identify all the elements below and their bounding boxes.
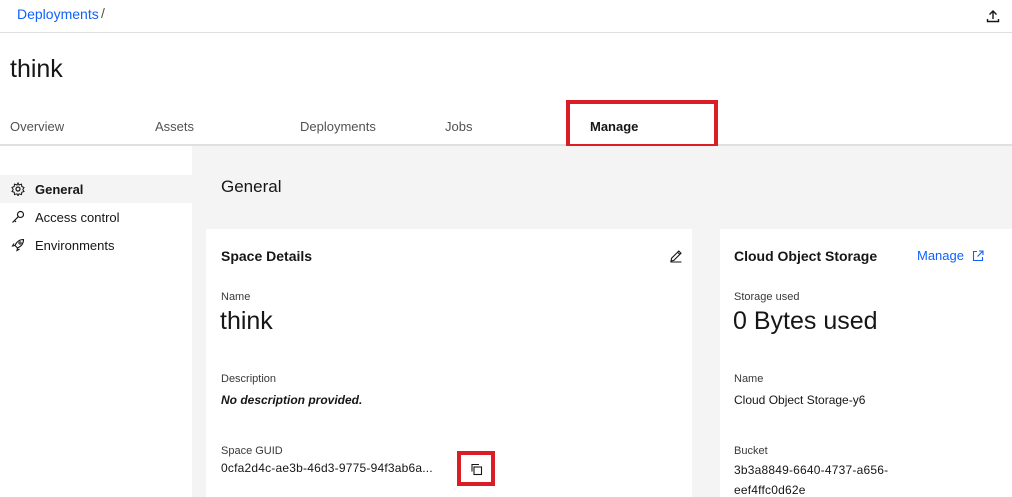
manage-storage-link[interactable]: Manage xyxy=(917,248,984,263)
external-link-icon xyxy=(972,249,984,261)
top-bar: Deployments / xyxy=(0,0,1012,33)
sidebar: General Access control Environments xyxy=(0,146,192,497)
upload-button[interactable] xyxy=(982,5,1004,27)
breadcrumb-deployments-link[interactable]: Deployments xyxy=(17,6,99,22)
sidebar-item-label: Environments xyxy=(35,237,115,253)
sidebar-item-environments[interactable]: Environments xyxy=(0,231,192,259)
main-content: General Space Details Name think Descrip… xyxy=(192,146,1012,497)
storage-name-label: Name xyxy=(734,373,764,385)
tab-deployments[interactable]: Deployments xyxy=(300,103,440,146)
storage-name-value: Cloud Object Storage-y6 xyxy=(734,393,866,407)
tab-assets[interactable]: Assets xyxy=(155,103,295,146)
name-value: think xyxy=(220,307,273,335)
sidebar-item-access-control[interactable]: Access control xyxy=(0,203,192,231)
bucket-value-line-1: 3b3a8849-6640-4737-a656- xyxy=(734,463,889,477)
guid-label: Space GUID xyxy=(221,445,283,457)
tab-overview[interactable]: Overview xyxy=(10,103,150,146)
storage-used-label: Storage used xyxy=(734,291,800,303)
section-title: General xyxy=(221,177,282,196)
copy-guid-button[interactable] xyxy=(466,459,486,479)
tab-bar: Overview Assets Deployments Jobs Manage xyxy=(0,103,1012,146)
edit-button[interactable] xyxy=(666,246,686,266)
rocket-icon xyxy=(10,237,26,253)
storage-used-value: 0 Bytes used xyxy=(733,307,878,335)
name-label: Name xyxy=(221,291,251,303)
tab-jobs[interactable]: Jobs xyxy=(445,103,585,146)
cloud-object-storage-card: Cloud Object Storage Manage Storage used… xyxy=(720,229,1012,497)
space-details-card: Space Details Name think Description No … xyxy=(206,229,692,497)
card-title: Cloud Object Storage xyxy=(734,248,878,264)
page-title: think xyxy=(10,55,63,83)
sidebar-item-label: General xyxy=(35,181,84,197)
gear-icon xyxy=(10,181,26,197)
upload-icon xyxy=(986,10,1000,23)
guid-value: 0cfa2d4c-ae3b-46d3-9775-94f3ab6a... xyxy=(221,461,433,475)
breadcrumb-separator: / xyxy=(101,5,105,21)
pencil-icon xyxy=(670,250,682,263)
card-title: Space Details xyxy=(221,248,313,264)
bucket-label: Bucket xyxy=(734,445,768,457)
copy-icon xyxy=(470,463,482,475)
description-label: Description xyxy=(221,373,277,385)
sidebar-item-label: Access control xyxy=(35,209,120,225)
key-icon xyxy=(10,209,26,225)
sidebar-item-general[interactable]: General xyxy=(0,175,192,203)
tab-manage[interactable]: Manage xyxy=(590,103,730,146)
description-value: No description provided. xyxy=(221,393,363,407)
bucket-value-line-2: eef4ffc0d62e xyxy=(734,483,806,497)
manage-link-label: Manage xyxy=(917,248,964,263)
